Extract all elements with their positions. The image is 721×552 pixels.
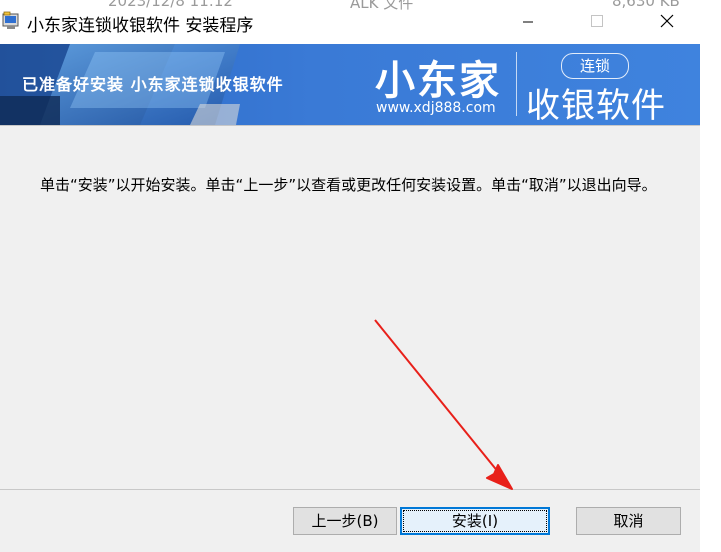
maximize-icon xyxy=(591,15,603,27)
footer-separator xyxy=(0,489,700,490)
install-button[interactable]: 安装(I) xyxy=(400,507,550,535)
instructions-text: 单击“安装”以开始安装。单击“上一步”以查看或更改任何安装设置。单击“取消”以退… xyxy=(40,176,657,194)
maximize-button[interactable] xyxy=(574,0,620,44)
main-content: 单击“安装”以开始安装。单击“上一步”以查看或更改任何安装设置。单击“取消”以退… xyxy=(0,126,700,489)
header-banner: 已准备好安装 小东家连锁收银软件 小东家 www.xdj888.com 连锁 收… xyxy=(0,44,700,125)
close-button[interactable] xyxy=(644,0,690,44)
brand-product: 收银软件 xyxy=(526,86,666,125)
brand-url: www.xdj888.com xyxy=(376,100,496,116)
title-bar[interactable]: 2023/12/8 11:12 ALK 文件 8,630 KB 小东家连锁收银软… xyxy=(0,0,721,44)
focus-ring xyxy=(403,510,547,532)
brand-name: 小东家 xyxy=(375,58,501,104)
back-button[interactable]: 上一步(B) xyxy=(293,507,397,535)
brand-divider xyxy=(516,52,517,116)
installer-window: 2023/12/8 11:12 ALK 文件 8,630 KB 小东家连锁收银软… xyxy=(0,0,721,552)
cancel-button[interactable]: 取消 xyxy=(576,507,681,535)
background-date-text: 2023/12/8 11:12 xyxy=(108,0,233,10)
close-icon xyxy=(660,14,674,28)
installer-icon xyxy=(2,11,19,29)
minimize-button[interactable] xyxy=(505,0,551,44)
window-title: 小东家连锁收银软件 安装程序 xyxy=(27,16,254,36)
banner-status-text: 已准备好安装 小东家连锁收银软件 xyxy=(22,75,284,94)
brand-tag: 连锁 xyxy=(561,53,629,79)
minimize-icon xyxy=(523,21,533,23)
background-type-text: ALK 文件 xyxy=(350,0,414,12)
right-edge-strip xyxy=(700,44,721,552)
